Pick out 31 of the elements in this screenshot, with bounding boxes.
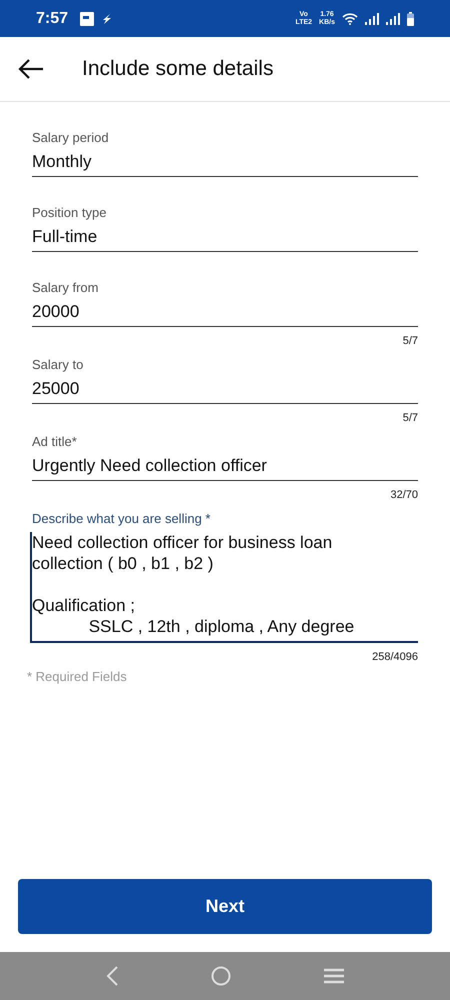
- character-counter: 32/70: [390, 489, 418, 501]
- field-label: Salary from: [32, 280, 100, 295]
- wifi-icon: [342, 12, 358, 24]
- menu-icon[interactable]: [324, 968, 344, 984]
- character-counter: 5/7: [402, 335, 418, 347]
- back-arrow-icon: [18, 58, 44, 80]
- character-counter: 5/7: [402, 412, 418, 424]
- field-label: Position type: [32, 205, 108, 220]
- required-note: * Required Fields: [27, 669, 128, 684]
- battery-icon: [407, 12, 414, 26]
- flash-icon: [102, 14, 112, 24]
- home-nav-icon[interactable]: [210, 966, 231, 986]
- input-field[interactable]: Full-time: [32, 226, 418, 252]
- input-field[interactable]: 25000: [32, 378, 418, 404]
- field-label: Salary to: [32, 357, 84, 372]
- input-field[interactable]: Monthly: [32, 151, 418, 177]
- field-label: Ad title*: [32, 434, 78, 449]
- input-field[interactable]: Urgently Need collection officer: [32, 455, 418, 481]
- character-counter: 258/4096: [372, 651, 418, 663]
- notification-app-icon: [80, 12, 94, 26]
- status-time: 7:57: [36, 10, 68, 28]
- signal-icon: [365, 12, 379, 24]
- page-title: Include some details: [82, 57, 274, 81]
- back-button[interactable]: [18, 58, 44, 80]
- field-label: Describe what you are selling *: [32, 511, 212, 526]
- next-button[interactable]: Next: [18, 879, 432, 934]
- field-label: Salary period: [32, 130, 110, 145]
- input-field[interactable]: Need collection officer for business loan collection ( b0 , b1 , b2 ) Qualification ; SSLC , 12th , diploma , Any degree: [30, 532, 418, 643]
- back-nav-icon[interactable]: [106, 966, 118, 986]
- input-field[interactable]: 20000: [32, 301, 418, 327]
- signal-icon: [386, 12, 400, 24]
